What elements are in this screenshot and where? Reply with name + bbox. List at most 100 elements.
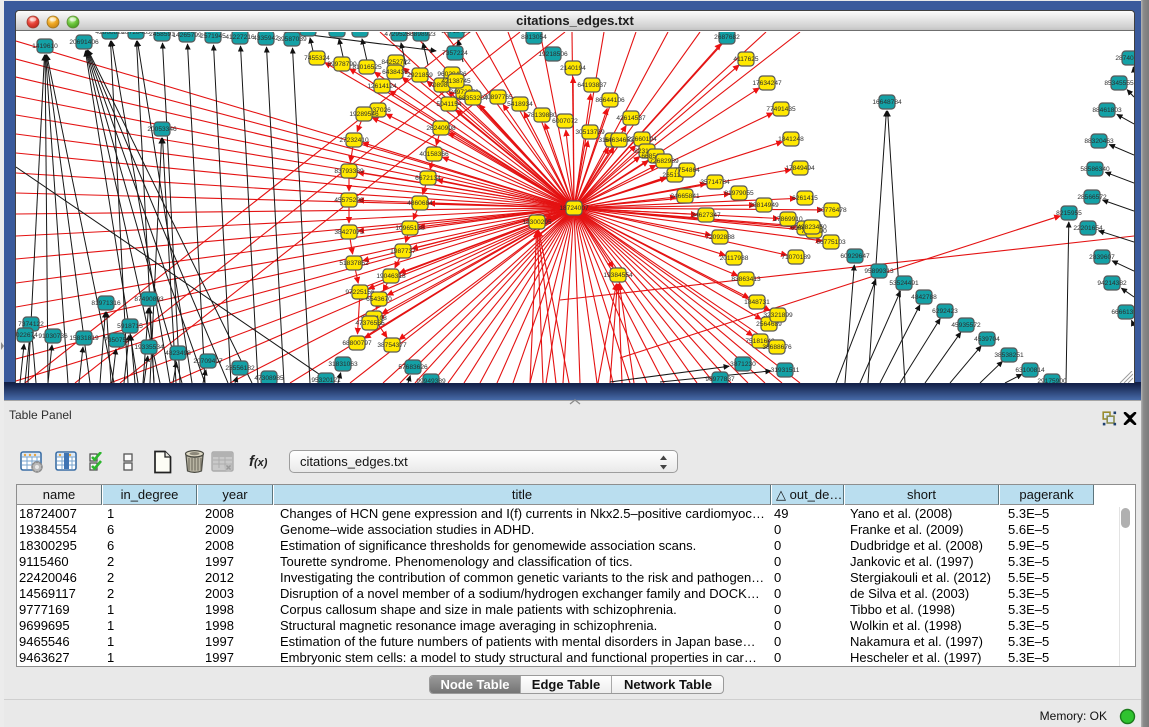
svg-text:38754377: 38754377 xyxy=(377,342,407,349)
svg-text:71070189: 71070189 xyxy=(781,254,811,261)
svg-text:38898923: 38898923 xyxy=(406,32,436,38)
svg-text:3871230: 3871230 xyxy=(730,361,756,368)
svg-text:89089901: 89089901 xyxy=(293,32,323,33)
svg-text:42138745: 42138745 xyxy=(441,78,471,85)
svg-text:88461803: 88461803 xyxy=(1092,107,1122,114)
svg-text:85345555: 85345555 xyxy=(1104,80,1134,87)
svg-text:22201654: 22201654 xyxy=(1073,225,1103,232)
svg-text:47308985: 47308985 xyxy=(254,375,284,382)
svg-text:20117988: 20117988 xyxy=(720,255,749,262)
svg-text:87490893: 87490893 xyxy=(134,296,164,303)
svg-text:29175900: 29175900 xyxy=(1037,378,1067,383)
svg-text:66775103: 66775103 xyxy=(816,239,846,246)
svg-text:26240908: 26240908 xyxy=(426,125,456,132)
svg-text:24665841: 24665841 xyxy=(670,193,700,200)
svg-text:60929647: 60929647 xyxy=(840,253,870,260)
svg-text:2458591: 2458591 xyxy=(149,32,175,38)
svg-text:31931511: 31931511 xyxy=(771,367,800,374)
svg-text:99949389: 99949389 xyxy=(416,378,446,383)
svg-text:83863413: 83863413 xyxy=(731,276,761,283)
svg-text:12614124: 12614124 xyxy=(367,83,397,90)
svg-text:5041154: 5041154 xyxy=(436,101,462,108)
svg-text:19218506: 19218506 xyxy=(538,51,568,58)
svg-text:6292423: 6292423 xyxy=(932,308,958,315)
svg-text:38538251: 38538251 xyxy=(994,352,1024,359)
svg-text:20053346: 20053346 xyxy=(147,126,177,133)
svg-text:19046318: 19046318 xyxy=(376,273,406,280)
svg-text:19289546: 19289546 xyxy=(349,111,379,118)
svg-text:68800797: 68800797 xyxy=(342,340,372,347)
svg-text:6438436: 6438436 xyxy=(382,69,408,76)
svg-text:63100814: 63100814 xyxy=(1015,367,1045,374)
svg-text:28728463: 28728463 xyxy=(121,32,151,36)
svg-text:5918715: 5918715 xyxy=(117,323,143,330)
svg-text:41227216: 41227216 xyxy=(225,34,255,41)
svg-text:38688676: 38688676 xyxy=(762,344,792,351)
svg-text:95320121: 95320121 xyxy=(311,377,341,383)
svg-text:16648784: 16648784 xyxy=(872,99,902,106)
svg-text:31831063: 31831063 xyxy=(328,361,358,368)
svg-text:40158366: 40158366 xyxy=(419,151,449,158)
svg-text:7022674: 7022674 xyxy=(16,332,38,339)
svg-text:27232410: 27232410 xyxy=(339,137,369,144)
svg-text:34627347: 34627347 xyxy=(691,212,721,219)
svg-text:42614537: 42614537 xyxy=(616,115,646,122)
svg-text:19335534: 19335534 xyxy=(134,344,164,351)
svg-text:96977837: 96977837 xyxy=(705,376,735,383)
svg-text:4823498: 4823498 xyxy=(165,350,191,357)
svg-text:94214382: 94214382 xyxy=(1097,280,1127,287)
svg-text:1841248: 1841248 xyxy=(778,136,804,143)
svg-text:4117625: 4117625 xyxy=(733,56,759,63)
svg-text:28740864: 28740864 xyxy=(1115,55,1134,62)
svg-text:30776478: 30776478 xyxy=(817,207,847,214)
svg-text:47376585: 47376585 xyxy=(355,320,385,327)
svg-text:88320463: 88320463 xyxy=(1084,138,1114,145)
svg-text:4539704: 4539704 xyxy=(974,336,1000,343)
svg-text:4842788: 4842788 xyxy=(911,294,937,301)
svg-text:28814949: 28814949 xyxy=(749,202,779,209)
svg-text:81971316: 81971316 xyxy=(91,300,121,307)
svg-text:66661351: 66661351 xyxy=(1111,309,1134,316)
svg-text:2140194: 2140194 xyxy=(560,65,586,72)
svg-text:5418934: 5418934 xyxy=(507,101,533,108)
svg-text:4335942: 4335942 xyxy=(253,35,279,42)
svg-text:7374122: 7374122 xyxy=(18,321,44,328)
svg-text:95899313: 95899313 xyxy=(864,268,894,275)
svg-text:15831819: 15831819 xyxy=(69,335,99,342)
svg-text:7357224: 7357224 xyxy=(442,50,468,57)
svg-text:18724007: 18724007 xyxy=(559,205,589,212)
svg-text:1419610: 1419610 xyxy=(32,43,58,50)
svg-text:81979055: 81979055 xyxy=(724,190,754,197)
svg-text:64193837: 64193837 xyxy=(577,82,607,89)
svg-text:53524491: 53524491 xyxy=(889,280,919,287)
svg-text:72682989: 72682989 xyxy=(649,158,679,165)
svg-text:6261415: 6261415 xyxy=(792,195,818,202)
svg-text:57683626: 57683626 xyxy=(398,364,428,371)
svg-text:7455324: 7455324 xyxy=(304,55,330,62)
svg-text:2571945: 2571945 xyxy=(200,33,226,40)
svg-text:6672134: 6672134 xyxy=(415,175,441,182)
svg-text:81016525: 81016525 xyxy=(352,64,382,71)
svg-text:77491435: 77491435 xyxy=(766,106,796,113)
svg-text:23556182: 23556182 xyxy=(225,365,255,372)
svg-text:70897765: 70897765 xyxy=(483,94,513,101)
svg-text:17849494: 17849494 xyxy=(785,165,815,172)
svg-text:51837852: 51837852 xyxy=(339,260,369,267)
svg-text:91030736: 91030736 xyxy=(38,333,68,340)
svg-text:66722344: 66722344 xyxy=(345,32,375,34)
svg-text:20709497: 20709497 xyxy=(193,358,223,365)
svg-text:2921859: 2921859 xyxy=(407,72,433,79)
svg-text:35714784: 35714784 xyxy=(700,179,730,186)
svg-text:8215955: 8215955 xyxy=(1056,210,1082,217)
svg-text:20691406: 20691406 xyxy=(69,39,99,46)
svg-text:23718431: 23718431 xyxy=(441,32,471,35)
svg-text:1848731: 1848731 xyxy=(744,299,770,306)
svg-text:39587039: 39587039 xyxy=(277,36,307,43)
svg-text:2839607: 2839607 xyxy=(1089,254,1115,261)
svg-text:38427073: 38427073 xyxy=(334,229,364,236)
svg-text:8813054: 8813054 xyxy=(521,34,547,41)
svg-text:72092888: 72092888 xyxy=(705,234,735,241)
svg-text:17634247: 17634247 xyxy=(752,80,782,87)
svg-text:30513739: 30513739 xyxy=(575,129,605,136)
svg-text:22660194: 22660194 xyxy=(627,136,657,143)
